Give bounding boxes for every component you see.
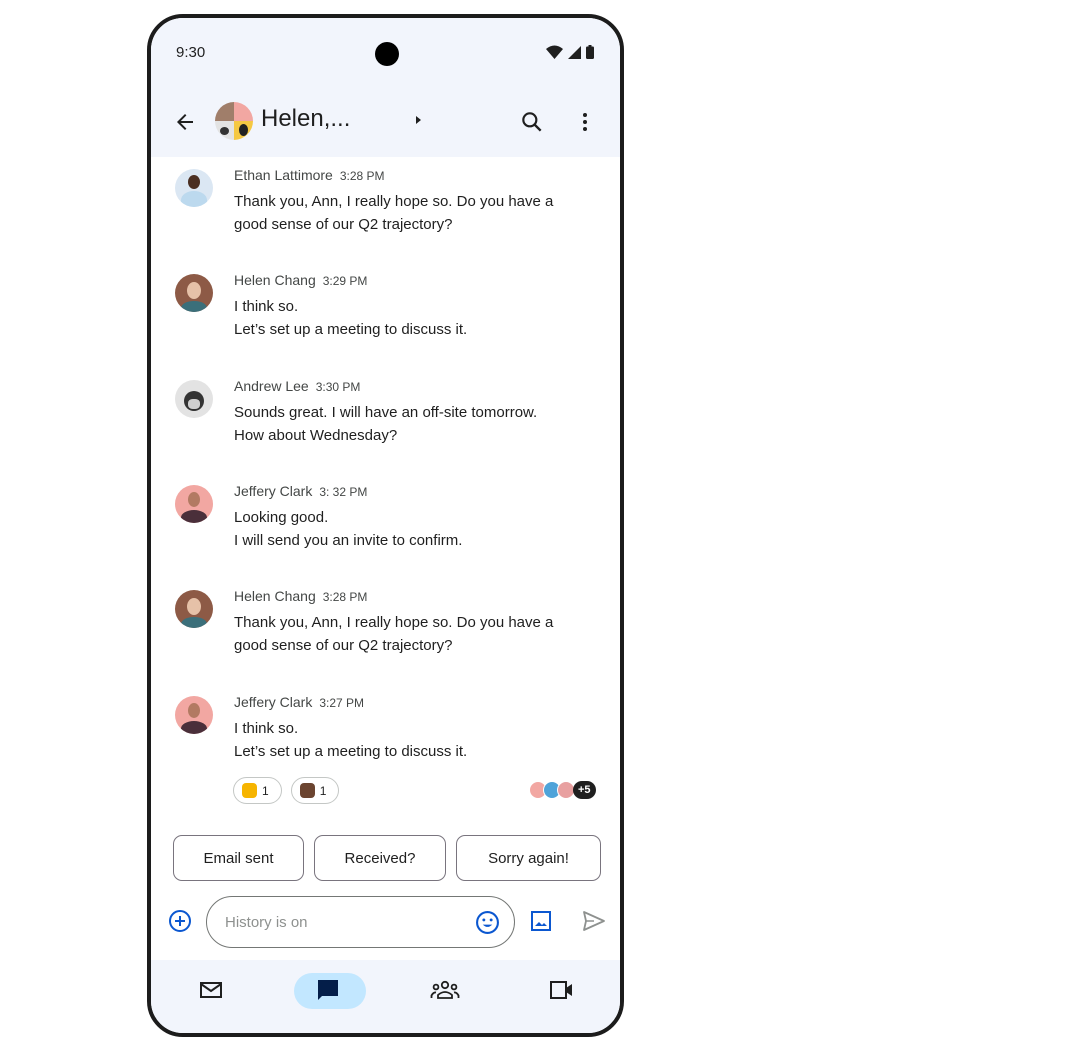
arrow-left-icon[interactable] (173, 110, 197, 134)
message-time: 3:27 PM (319, 696, 365, 710)
nav-chat[interactable] (288, 970, 368, 1010)
message-text: I think so. Let’s set up a meeting to di… (234, 298, 468, 338)
app-bar: Helen,... (151, 94, 620, 157)
message-text: Thank you, Ann, I really hope so. Do you… (234, 614, 554, 654)
reactions: 1 1 (233, 777, 340, 804)
avatar[interactable] (175, 590, 213, 628)
message-time: 3:28 PM (339, 169, 385, 183)
message-meta: Andrew Lee 3:30 PM (234, 378, 360, 394)
group-avatar[interactable] (215, 102, 253, 140)
smart-replies: Email sent Received? Sorry again! (173, 835, 601, 881)
sender-name: Ethan Lattimore (234, 167, 333, 183)
message-meta: Jeffery Clark 3: 32 PM (234, 483, 367, 499)
status-bar: 9:30 (151, 18, 620, 94)
sender-name: Jeffery Clark (234, 694, 313, 710)
signal-icon (568, 45, 581, 59)
send-icon[interactable] (582, 910, 606, 932)
smart-reply-chip[interactable]: Sorry again! (456, 835, 601, 881)
reaction-thumbs-up[interactable]: 1 (233, 777, 282, 804)
thumbs-up-icon (242, 783, 257, 798)
message-meta: Ethan Lattimore 3:28 PM (234, 167, 385, 183)
sender-name: Helen Chang (234, 272, 316, 288)
caret-right-icon[interactable] (416, 116, 421, 124)
smart-reply-chip[interactable]: Email sent (173, 835, 304, 881)
status-icons (546, 45, 594, 59)
message-time: 3:29 PM (322, 274, 368, 288)
phone-frame: 9:30 Helen,... Ethan Lattimore 3:28 PM T… (147, 14, 624, 1037)
avatar[interactable] (175, 380, 213, 418)
more-vert-icon[interactable] (577, 109, 593, 135)
emoji-icon[interactable] (475, 910, 500, 935)
chat-title[interactable]: Helen,... (261, 105, 350, 133)
message-text: Looking good. I will send you an invite … (234, 509, 463, 549)
avatar[interactable] (175, 169, 213, 207)
avatar[interactable] (175, 274, 213, 312)
sender-name: Helen Chang (234, 588, 316, 604)
video-icon (550, 981, 572, 999)
bottom-nav (151, 960, 620, 1033)
smart-reply-chip[interactable]: Received? (314, 835, 446, 881)
reaction-count: 1 (262, 783, 269, 798)
avatar[interactable] (175, 696, 213, 734)
avatar[interactable] (175, 485, 213, 523)
chat-icon (318, 980, 338, 1000)
group-icon (430, 980, 460, 999)
message-input-wrapper (206, 896, 515, 948)
message-time: 3:30 PM (315, 380, 361, 394)
avatar-quadrant (215, 102, 234, 121)
message-text: Sounds great. I will have an off-site to… (234, 404, 538, 444)
message-meta: Jeffery Clark 3:27 PM (234, 694, 364, 710)
nav-spaces[interactable] (405, 970, 485, 1010)
composer (151, 894, 620, 950)
image-icon[interactable] (530, 910, 552, 932)
message-time: 3:28 PM (322, 590, 368, 604)
add-circle-icon[interactable] (168, 909, 192, 933)
nav-mail[interactable] (171, 970, 251, 1010)
message-input[interactable] (225, 909, 465, 935)
message-meta: Helen Chang 3:29 PM (234, 272, 367, 288)
seen-more-count: +5 (573, 781, 596, 799)
sender-name: Jeffery Clark (234, 483, 313, 499)
message-text: Thank you, Ann, I really hope so. Do you… (234, 193, 554, 233)
avatar-quadrant (234, 102, 253, 121)
status-time: 9:30 (176, 44, 206, 61)
camera-cutout (375, 42, 399, 66)
reaction-count: 1 (319, 783, 327, 798)
clapping-hands-icon (299, 783, 315, 798)
search-icon[interactable] (519, 109, 545, 135)
nav-meet[interactable] (522, 970, 602, 1010)
sender-name: Andrew Lee (234, 378, 309, 394)
reaction-clapping-hands[interactable]: 1 (290, 777, 340, 804)
wifi-icon (546, 45, 563, 59)
message-meta: Helen Chang 3:28 PM (234, 588, 367, 604)
seen-by[interactable]: +5 (529, 781, 596, 799)
message-time: 3: 32 PM (319, 485, 368, 499)
battery-icon (586, 45, 594, 59)
message-text: I think so. Let’s set up a meeting to di… (234, 720, 468, 760)
mail-icon (200, 982, 222, 998)
